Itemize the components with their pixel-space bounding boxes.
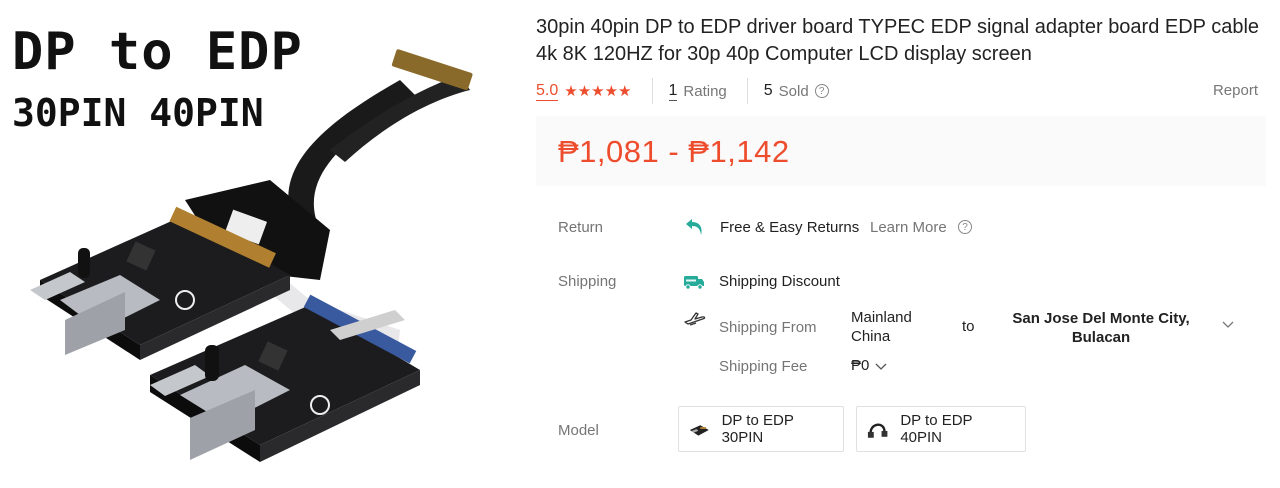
shipping-discount-text: Shipping Discount bbox=[719, 273, 840, 290]
price-box: ₱1,081 - ₱1,142 bbox=[536, 116, 1266, 186]
price-range: ₱1,081 - ₱1,142 bbox=[558, 134, 790, 169]
return-arrow-icon bbox=[686, 219, 702, 235]
help-icon[interactable]: ? bbox=[958, 220, 972, 234]
ratings-count[interactable]: 1 bbox=[668, 82, 678, 101]
model-option-label: DP to EDP 40PIN bbox=[900, 412, 973, 446]
rating-score[interactable]: 5.0 bbox=[536, 82, 559, 101]
plane-icon bbox=[684, 312, 706, 326]
report-link[interactable]: Report bbox=[1213, 82, 1258, 99]
learn-more-link[interactable]: Learn More bbox=[870, 219, 947, 236]
shipping-fee-dropdown[interactable]: ₱0 bbox=[851, 357, 887, 374]
model-thumbnail bbox=[689, 425, 709, 436]
stat-divider bbox=[651, 78, 653, 104]
to-label: to bbox=[962, 318, 975, 335]
shipping-fee-value: ₱0 bbox=[851, 357, 870, 374]
model-thumbnail bbox=[867, 423, 888, 438]
model-option-40pin[interactable]: DP to EDP 40PIN bbox=[856, 406, 1026, 452]
sold-label: Sold bbox=[778, 82, 809, 100]
ratings-label: Rating bbox=[683, 82, 727, 100]
shipping-label: Shipping bbox=[558, 273, 617, 290]
shipping-fee-label: Shipping Fee bbox=[719, 358, 808, 375]
model-label: Model bbox=[558, 422, 599, 439]
product-stats: 5.0 ★★★★★ 1 Rating 5 Sold ? Report bbox=[536, 78, 1266, 104]
shipping-destination[interactable]: San Jose Del Monte City, Bulacan bbox=[1006, 309, 1196, 347]
shipping-origin: Mainland China bbox=[851, 309, 912, 345]
shipping-from-label: Shipping From bbox=[719, 319, 817, 336]
sold-count: 5 bbox=[763, 82, 773, 99]
product-title: 30pin 40pin DP to EDP driver board TYPEC… bbox=[536, 16, 1260, 65]
model-option-label: DP to EDP 30PIN bbox=[721, 412, 794, 446]
chevron-down-icon bbox=[875, 363, 887, 370]
return-label: Return bbox=[558, 219, 604, 236]
chevron-down-icon[interactable] bbox=[1221, 317, 1235, 331]
image-title-line1: DP to EDP bbox=[12, 22, 303, 82]
free-shipping-truck-icon bbox=[684, 276, 704, 290]
image-title-line2: 30PIN 40PIN bbox=[12, 91, 264, 135]
model-option-30pin[interactable]: DP to EDP 30PIN bbox=[678, 406, 844, 452]
product-image[interactable]: DP to EDP 30PIN 40PIN bbox=[0, 0, 512, 488]
help-icon[interactable]: ? bbox=[814, 84, 829, 98]
stat-divider bbox=[746, 78, 748, 104]
rating-stars-icon: ★★★★★ bbox=[564, 83, 632, 100]
return-policy-text: Free & Easy Returns bbox=[720, 219, 860, 236]
